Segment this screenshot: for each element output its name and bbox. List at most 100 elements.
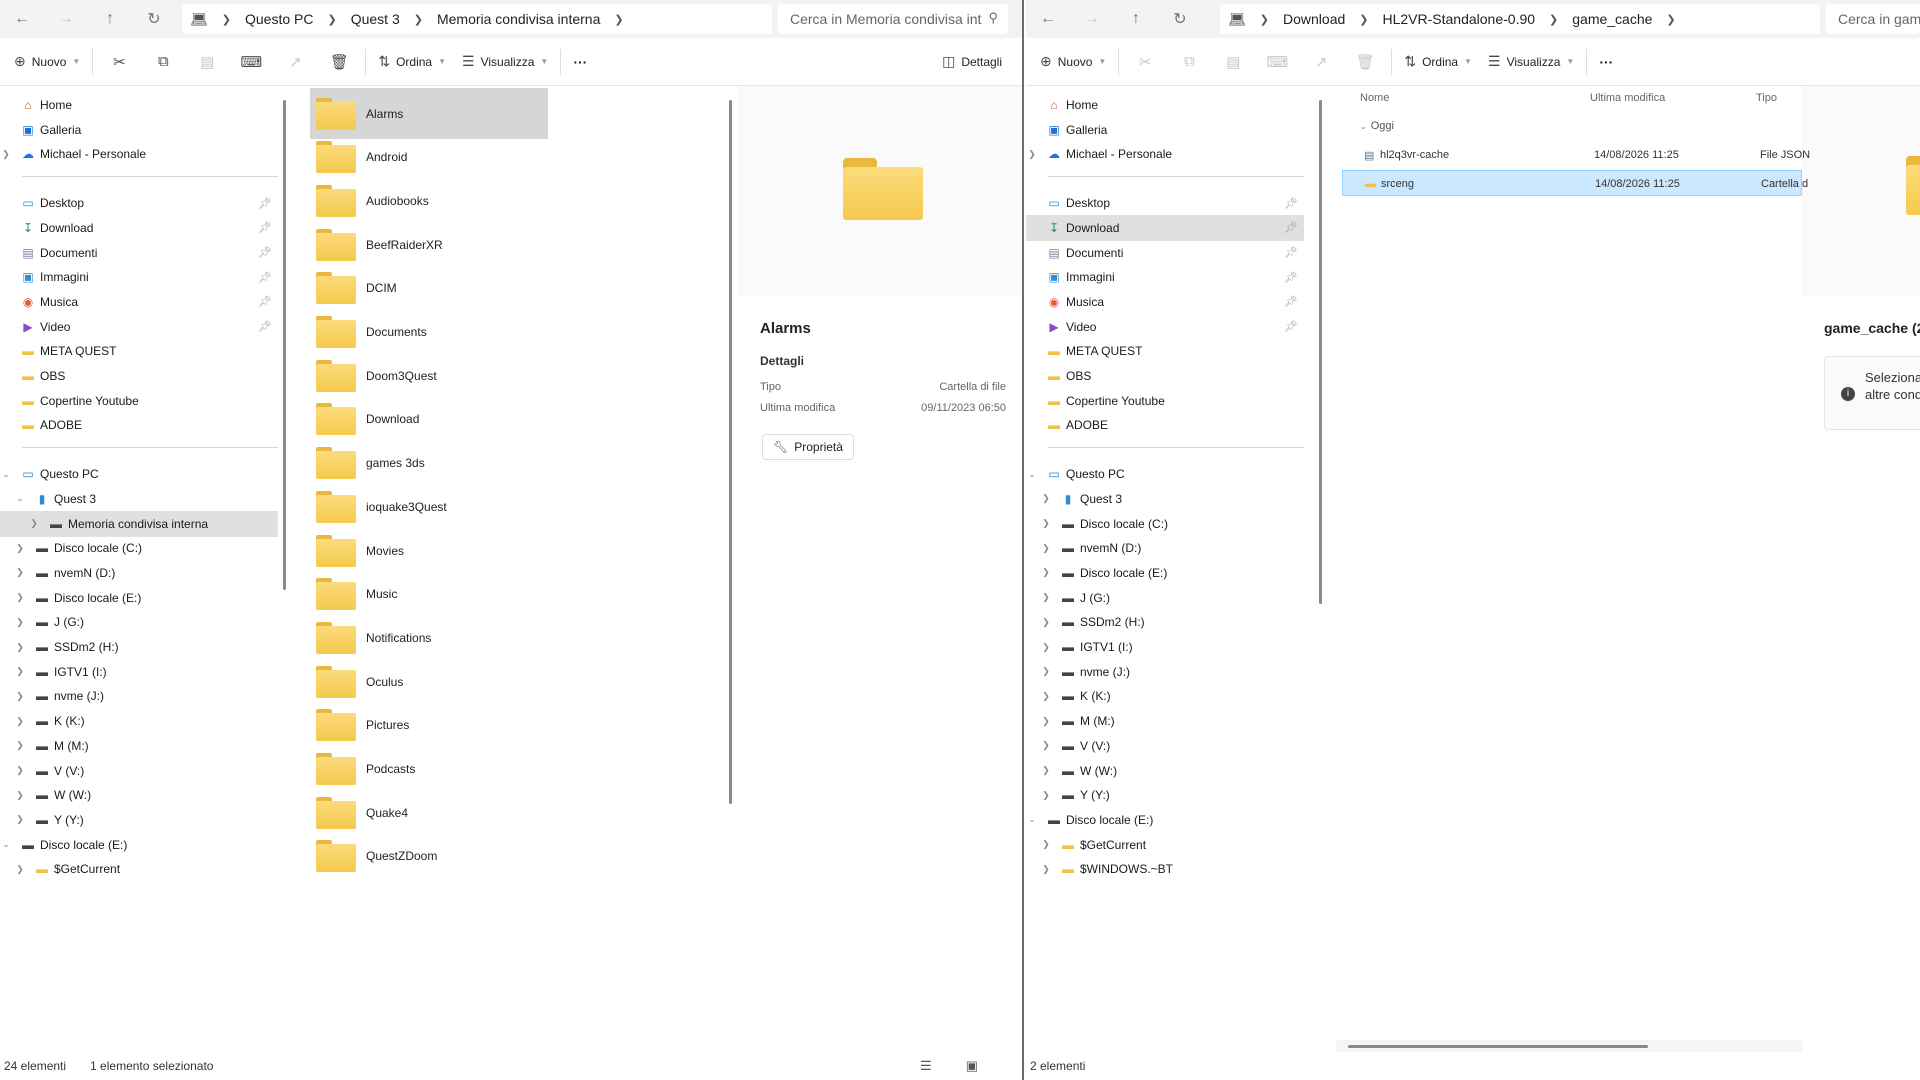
nav-item[interactable]: ❯ ▬ Y (Y:) <box>0 807 278 833</box>
chevron-down-icon[interactable]: ⌄ <box>14 493 26 504</box>
column-header-name[interactable]: Nome <box>1360 92 1389 104</box>
details-view-icon[interactable]: ☰ <box>920 1058 942 1073</box>
chevron-right-icon[interactable]: ❯ <box>1040 543 1052 554</box>
nav-item[interactable]: ❯ ▮ Quest 3 <box>1026 486 1304 512</box>
chevron-right-icon[interactable]: ❯ <box>14 567 26 578</box>
group-header[interactable]: ⌄ Oggi <box>1360 120 1394 132</box>
chevron-right-icon[interactable]: ❯ <box>1040 740 1052 751</box>
column-header-modified[interactable]: Ultima modifica <box>1590 92 1665 104</box>
nav-item[interactable]: ❯ ▬ nvemN (D:) <box>1026 535 1304 561</box>
nav-item[interactable]: ❯ ▬ K (K:) <box>0 708 278 734</box>
view-button[interactable]: ☰ Visualizza ▼ <box>1480 46 1582 78</box>
nav-item[interactable]: ▶ Video 📌︎ <box>1026 314 1304 340</box>
chevron-right-icon[interactable]: ❯ <box>1040 567 1052 578</box>
breadcrumb[interactable]: 💻︎ ❯ Questo PC ❯ Quest 3 ❯ Memoria condi… <box>182 4 772 34</box>
nav-item[interactable]: ❯ ▬ V (V:) <box>1026 733 1304 759</box>
more-button[interactable]: ··· <box>565 46 595 78</box>
nav-scrollbar[interactable] <box>1319 100 1322 604</box>
breadcrumb-item[interactable]: Download <box>1283 11 1345 27</box>
chevron-right-icon[interactable]: ❯ <box>14 716 26 727</box>
properties-button[interactable]: 🔧︎ Proprietà <box>762 434 854 460</box>
chevron-right-icon[interactable]: ❯ <box>1040 691 1052 702</box>
horizontal-scrollbar[interactable] <box>1348 1045 1648 1048</box>
nav-item[interactable]: ❯ ▬ $WINDOWS.~BT <box>1026 856 1304 882</box>
cut-button[interactable]: ✂ <box>1123 46 1167 78</box>
chevron-down-icon[interactable]: ⌄ <box>0 469 12 480</box>
copy-button[interactable]: ⧉ <box>141 46 185 78</box>
nav-item[interactable]: ❯ ▬ Disco locale (E:) <box>0 585 278 611</box>
nav-item[interactable]: ▬ ADOBE <box>1026 412 1304 438</box>
share-button[interactable]: ↗ <box>1299 46 1343 78</box>
new-button[interactable]: ⊕ Nuovo ▼ <box>6 46 88 78</box>
nav-item[interactable]: ▬ Copertine Youtube <box>1026 388 1304 414</box>
chevron-right-icon[interactable]: ❯ <box>1026 149 1038 160</box>
nav-item[interactable]: ▣ Galleria <box>1026 117 1304 143</box>
nav-item[interactable]: ▬ META QUEST <box>1026 338 1304 364</box>
nav-item[interactable]: ⌄ ▮ Quest 3 <box>0 486 278 512</box>
chevron-right-icon[interactable]: ❯ <box>14 691 26 702</box>
chevron-down-icon[interactable]: ⌄ <box>1026 469 1038 480</box>
breadcrumb-item[interactable]: game_cache <box>1572 11 1652 27</box>
chevron-right-icon[interactable]: ❯ <box>14 740 26 751</box>
nav-item[interactable]: ❯ ▬ M (M:) <box>0 733 278 759</box>
nav-item[interactable]: ❯ ▬ Y (Y:) <box>1026 782 1304 808</box>
chevron-right-icon[interactable]: ❯ <box>1040 592 1052 603</box>
nav-item[interactable]: ⌄ ▭ Questo PC <box>1026 461 1304 487</box>
breadcrumb-item[interactable]: Memoria condivisa interna <box>437 11 600 27</box>
chevron-right-icon[interactable]: ❯ <box>1040 518 1052 529</box>
refresh-button[interactable]: ↻ <box>1158 0 1202 38</box>
chevron-right-icon[interactable]: ❯ <box>14 592 26 603</box>
nav-item[interactable]: ❯ ▬ Disco locale (C:) <box>1026 511 1304 537</box>
nav-item[interactable]: ❯ ▬ SSDm2 (H:) <box>0 634 278 660</box>
chevron-right-icon[interactable]: ❯ <box>14 642 26 653</box>
chevron-down-icon[interactable]: ⌄ <box>0 839 12 850</box>
search-input[interactable]: Cerca in Memoria condivisa int ⚲ <box>778 4 1008 34</box>
nav-item[interactable]: ▣ Immagini 📌︎ <box>0 264 278 290</box>
breadcrumb-item[interactable]: Questo PC <box>245 11 313 27</box>
nav-item[interactable]: ▤ Documenti 📌︎ <box>0 240 278 266</box>
nav-item[interactable]: ❯ ▬ IGTV1 (I:) <box>0 659 278 685</box>
chevron-right-icon[interactable]: ❯ <box>28 518 40 529</box>
breadcrumb[interactable]: 💻︎ ❯ Download ❯ HL2VR-Standalone-0.90 ❯ … <box>1220 4 1820 34</box>
paste-button[interactable]: ▤ <box>185 46 229 78</box>
chevron-right-icon[interactable]: ❯ <box>14 617 26 628</box>
chevron-right-icon[interactable]: ❯ <box>1040 493 1052 504</box>
nav-item[interactable]: ❯ ▬ K (K:) <box>1026 683 1304 709</box>
nav-item[interactable]: ❯ ▬ Disco locale (C:) <box>0 535 278 561</box>
chevron-right-icon[interactable]: ❯ <box>1040 642 1052 653</box>
nav-item[interactable]: ❯ ▬ IGTV1 (I:) <box>1026 634 1304 660</box>
chevron-right-icon[interactable]: ❯ <box>1040 617 1052 628</box>
folder-item[interactable]: QuestZDoom <box>310 831 548 882</box>
nav-item[interactable]: ❯ ▬ W (W:) <box>1026 758 1304 784</box>
nav-item[interactable]: ❯ ▬ $GetCurrent <box>0 856 278 882</box>
rename-button[interactable]: ⌨ <box>1255 46 1299 78</box>
nav-item[interactable]: ▣ Immagini 📌︎ <box>1026 264 1304 290</box>
nav-item[interactable]: ❯ ▬ W (W:) <box>0 782 278 808</box>
up-button[interactable]: ↑ <box>88 0 132 38</box>
forward-button[interactable]: → <box>1070 0 1114 38</box>
chevron-right-icon[interactable]: ❯ <box>1040 716 1052 727</box>
details-pane-button[interactable]: ◫ Dettagli <box>934 46 1010 78</box>
file-list-scrollbar[interactable] <box>729 100 732 804</box>
nav-item[interactable]: ❯ ☁ Michael - Personale <box>1026 141 1304 167</box>
nav-item[interactable]: ❯ ▬ $GetCurrent <box>1026 832 1304 858</box>
chevron-right-icon[interactable]: ❯ <box>1040 666 1052 677</box>
sort-button[interactable]: ⇅ Ordina ▼ <box>370 46 454 78</box>
nav-item[interactable]: ❯ ▬ nvemN (D:) <box>0 560 278 586</box>
chevron-right-icon[interactable]: ❯ <box>1040 864 1052 875</box>
nav-item[interactable]: ↧ Download 📌︎ <box>1026 214 1304 241</box>
nav-item[interactable]: ❯ ▬ Disco locale (E:) <box>1026 560 1304 586</box>
nav-item[interactable]: ❯ ▬ V (V:) <box>0 758 278 784</box>
back-button[interactable]: ← <box>0 0 44 38</box>
chevron-right-icon[interactable]: ❯ <box>14 790 26 801</box>
nav-item[interactable]: ⌂ Home <box>0 92 278 118</box>
nav-item[interactable]: ⌂ Home <box>1026 92 1304 118</box>
nav-item[interactable]: ❯ ▬ M (M:) <box>1026 708 1304 734</box>
copy-button[interactable]: ⧉ <box>1167 46 1211 78</box>
back-button[interactable]: ← <box>1026 0 1070 38</box>
nav-item[interactable]: ▭ Desktop 📌︎ <box>1026 190 1304 216</box>
nav-item[interactable]: ❯ ▬ nvme (J:) <box>1026 659 1304 685</box>
nav-item[interactable]: ▬ ADOBE <box>0 412 278 438</box>
chevron-right-icon[interactable]: ❯ <box>1040 839 1052 850</box>
nav-item[interactable]: ❯ ☁ Michael - Personale <box>0 141 278 167</box>
